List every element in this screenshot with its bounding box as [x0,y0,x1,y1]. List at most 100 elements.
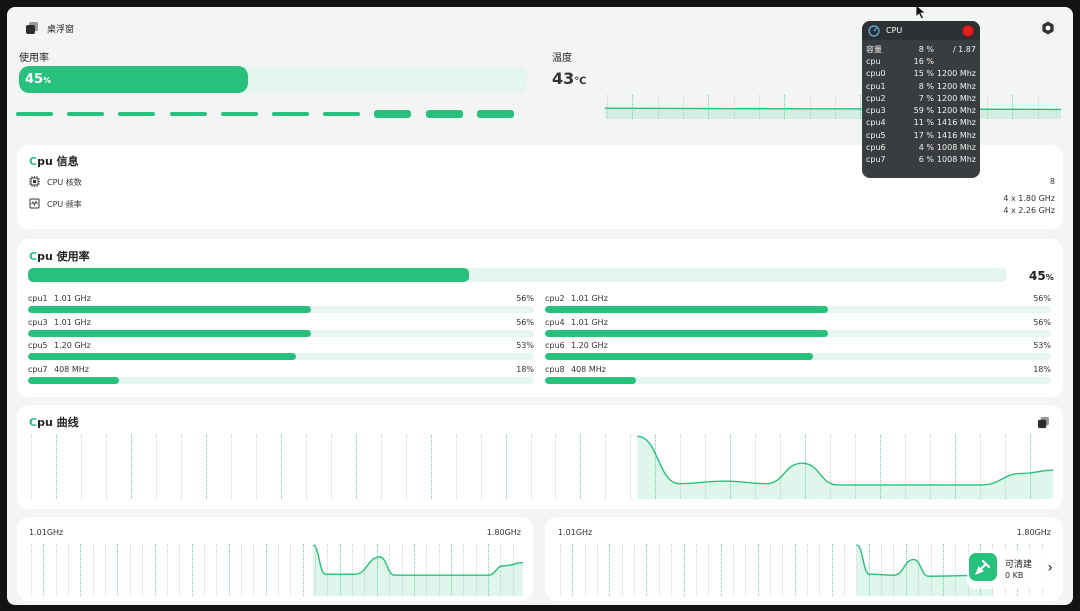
freq-chart-card-1: 1.01GHz 1.80GHz [17,517,533,601]
usage-value: 45% [25,72,52,87]
overlay-row: cpu5 17 % 1416 Mhz [862,129,980,141]
core-freq: 1.20 GHz [571,341,608,350]
gauge-icon [868,24,880,37]
core-freq: 1.20 GHz [54,341,91,350]
core-name: cpu3 [28,317,48,327]
chart-area [637,436,1053,499]
usage-history-dash [16,112,53,116]
overlay-row-name: cpu1 [866,81,886,91]
usage-history-dashes [15,110,527,120]
core-name: cpu6 [545,341,565,350]
overlay-row-extra: 1200 Mhz [936,81,976,91]
mouse-cursor-icon [915,7,927,20]
core-pct: 56% [516,294,534,303]
core-bar [545,306,1051,313]
core-pct: 53% [516,341,534,350]
overlay-row-name: cpu5 [866,130,886,140]
core-bar [545,376,1051,384]
core-freq: 1.01 GHz [571,317,608,327]
freq-chart-2-left-label: 1.01GHz [558,528,593,537]
overlay-row: cpu2 7 % 1200 Mhz [862,92,980,104]
overlay-row-extra: 1200 Mhz [936,93,976,103]
cpu-usage-card: Cpu 使用率 45% cpu1 1.01 GHz 56% cpu2 1.01 GHz 5… [17,239,1063,397]
overlay-title: CPU [886,26,903,35]
cleaner-app-icon [969,553,997,581]
core-bar [28,376,534,384]
overlay-row-pct: 59 % [913,106,934,116]
usage-history-dash [476,110,514,118]
core-name: cpu2 [545,294,565,303]
overlay-row-extra: 1416 Mhz [936,130,976,140]
overlay-row-name: cpu [866,56,881,66]
temperature-chart [605,95,1061,119]
cpu-core-item: cpu3 1.01 GHz 56% [28,318,534,340]
overlay-row-pct: 4 % [918,143,934,153]
cpu-cores-value: 8 [1049,177,1055,186]
core-bar-fill [545,353,814,360]
usage-history-dash [425,110,463,118]
core-bar [545,353,1051,360]
cpu-freq-value-1: 4 x 1.80 GHz [1003,194,1055,203]
floating-window-label: 桌浮窗 [47,24,75,35]
settings-icon[interactable] [1041,21,1055,35]
usage-history-dash [169,112,207,116]
usage-history-dash [67,112,105,116]
core-bar [28,353,534,360]
overlay-row: cpu6 4 % 1008 Mhz [862,141,980,153]
core-freq: 1.01 GHz [571,294,608,303]
freq-chart-1-right-label: 1.80GHz [486,528,521,537]
curve-layers-icon[interactable] [1037,416,1050,429]
overlay-row-name: cpu2 [866,93,886,103]
core-bar [28,306,534,313]
core-pct: 56% [516,317,534,327]
cpu-curve-card: Cpu 曲线 [17,405,1063,509]
core-pct: 56% [1033,317,1051,327]
overlay-row-pct: 6 % [918,155,934,165]
cpu-core-item: cpu1 1.01 GHz 56% [28,294,534,316]
chart-area [313,545,523,596]
broom-icon [975,559,991,575]
floating-window-toggle[interactable]: 桌浮窗 [25,21,74,35]
overlay-row-name: cpu7 [866,155,886,165]
overlay-row: cpu7 6 % 1008 Mhz [862,154,980,166]
cpu-core-item: cpu2 1.01 GHz 56% [545,294,1051,316]
overlay-row-name: cpu0 [866,69,886,79]
overlay-row: cpu3 59 % 1200 Mhz [862,104,980,116]
cpu-core-item: cpu8 408 MHz 18% [545,365,1051,387]
overlay-row-name: cpu4 [866,118,886,128]
overlay-header[interactable]: CPU [862,21,980,40]
chart-line [637,435,1053,499]
overlay-row-pct: 17 % [913,130,934,140]
overlay-rows: 容量 8 %/ 1.87 cpu 16 % cpu0 15 % 1200 Mhz cpu1 8 … [862,40,980,166]
core-bar-fill [545,306,829,313]
temperature-value: 43℃ [552,69,587,88]
overlay-row: cpu4 11 % 1416 Mhz [862,117,980,129]
overlay-row-name: cpu3 [866,106,886,116]
app-screen: 桌浮窗 使用率 45% 温度 43℃ Cpu 信息 CPU 核数 8 CPU 频… [7,7,1073,605]
core-bar-fill [28,353,297,360]
chart-line [605,107,1061,119]
overlay-row-pct: 11 % [913,118,934,128]
usage-history-dash [118,112,156,116]
cleaner-app-name: 可清建 [1005,560,1033,570]
overlay-row-extra: 1008 Mhz [936,155,976,165]
overlay-close-button[interactable] [962,24,974,37]
chip-icon [29,176,40,187]
cpu-total-value: 45% [1029,269,1054,283]
layers-icon [26,22,38,34]
cpu-freq-value-2: 4 x 2.26 GHz [1003,206,1055,215]
overlay-row-name: cpu6 [866,143,886,153]
core-freq: 1.01 GHz [54,294,91,303]
overlay-row: cpu1 8 % 1200 Mhz [862,80,980,92]
cpu-core-item: cpu6 1.20 GHz 53% [545,341,1051,363]
usage-history-dash [272,112,309,116]
overlay-row-extra: 1200 Mhz [936,106,976,116]
cleaner-badge[interactable]: 可清建 0 KB › [967,551,1057,589]
core-bar-fill [545,376,637,384]
cpu-cores-label: CPU 核数 [47,178,82,187]
usage-label: 使用率 [19,53,49,64]
overlay-row-pct: 15 % [913,69,934,79]
temperature-label: 温度 [552,53,572,64]
overlay-row-pct: 8 % [918,44,934,54]
cpu-floating-overlay[interactable]: CPU 容量 8 %/ 1.87 cpu 16 % cpu0 15 % 1200 Mhz cp… [862,21,980,178]
